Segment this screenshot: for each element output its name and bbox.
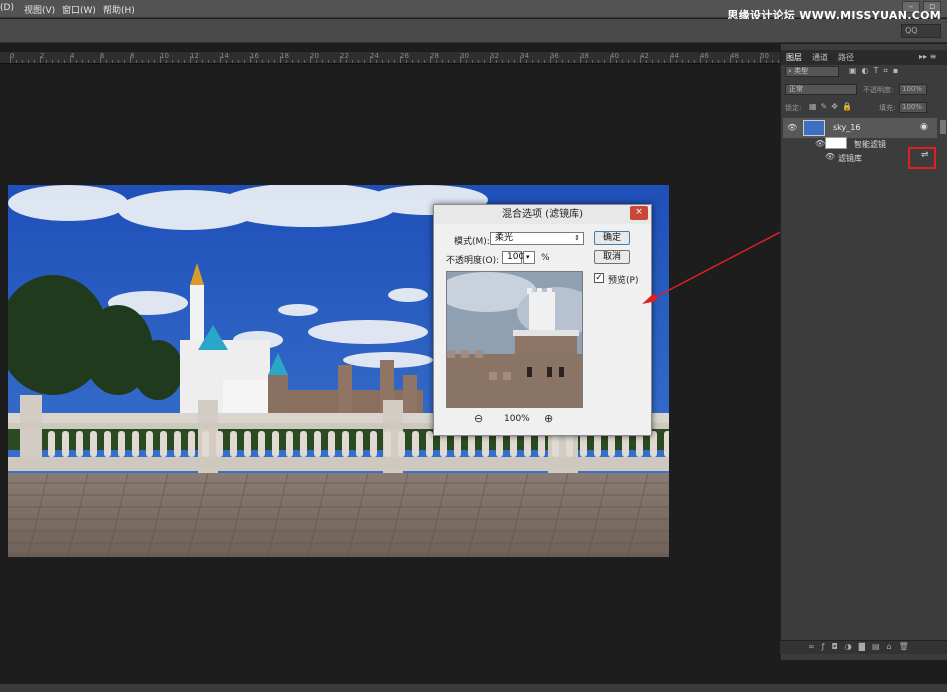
eye-icon[interactable]: 👁: [787, 123, 797, 132]
fill-label: 填充:: [879, 104, 896, 112]
opacity-input[interactable]: 100%: [899, 84, 927, 95]
filter-icons[interactable]: ▣◐T⌗▪: [849, 66, 903, 76]
smart-object-icon: ◉: [920, 122, 928, 132]
eye-icon[interactable]: 👁: [825, 152, 835, 161]
kind-filter-select[interactable]: ⌕ 类型: [785, 66, 839, 77]
eye-icon[interactable]: 👁: [815, 139, 825, 148]
tab-paths[interactable]: 路径: [838, 52, 854, 63]
layer-action-icons[interactable]: ∞ƒ◘◑▇▤⌂🗑: [808, 642, 916, 651]
layer-row-sky[interactable]: 👁 sky_16 ◉: [783, 118, 937, 138]
status-bar: [0, 684, 947, 692]
layer-thumbnail: [803, 120, 825, 136]
layers-panel: 图层 通道 路径 ▸▸ ≡ ⌕ 类型 ▣◐T⌗▪ 正常 不透明度: 100% 锁…: [780, 44, 947, 660]
tab-layers[interactable]: 图层: [786, 52, 802, 63]
highlight-box: [908, 147, 936, 169]
panel-tabs: 图层 通道 路径 ▸▸ ≡: [781, 50, 947, 65]
fill-input[interactable]: 100%: [899, 102, 927, 113]
search-icon: ⌕: [788, 67, 792, 75]
layer-name: sky_16: [833, 123, 861, 132]
kind-filter-value: 类型: [794, 67, 809, 75]
smart-filter-mask: [825, 137, 847, 149]
lock-label: 锁定:: [785, 104, 802, 112]
panel-bottom-toolbar: ∞ƒ◘◑▇▤⌂🗑: [780, 640, 947, 654]
filter-gallery-label: 滤镜库: [838, 154, 862, 163]
scrollbar[interactable]: [940, 120, 946, 134]
blend-mode-select[interactable]: 正常: [785, 84, 857, 95]
opacity-label: 不透明度:: [863, 86, 894, 94]
smart-filter-label: 智能滤镜: [854, 140, 886, 149]
lock-icons[interactable]: ▦✎✥🔒: [809, 102, 856, 111]
panel-menu-icon[interactable]: ▸▸ ≡: [919, 52, 936, 61]
tab-channels[interactable]: 通道: [812, 52, 828, 63]
